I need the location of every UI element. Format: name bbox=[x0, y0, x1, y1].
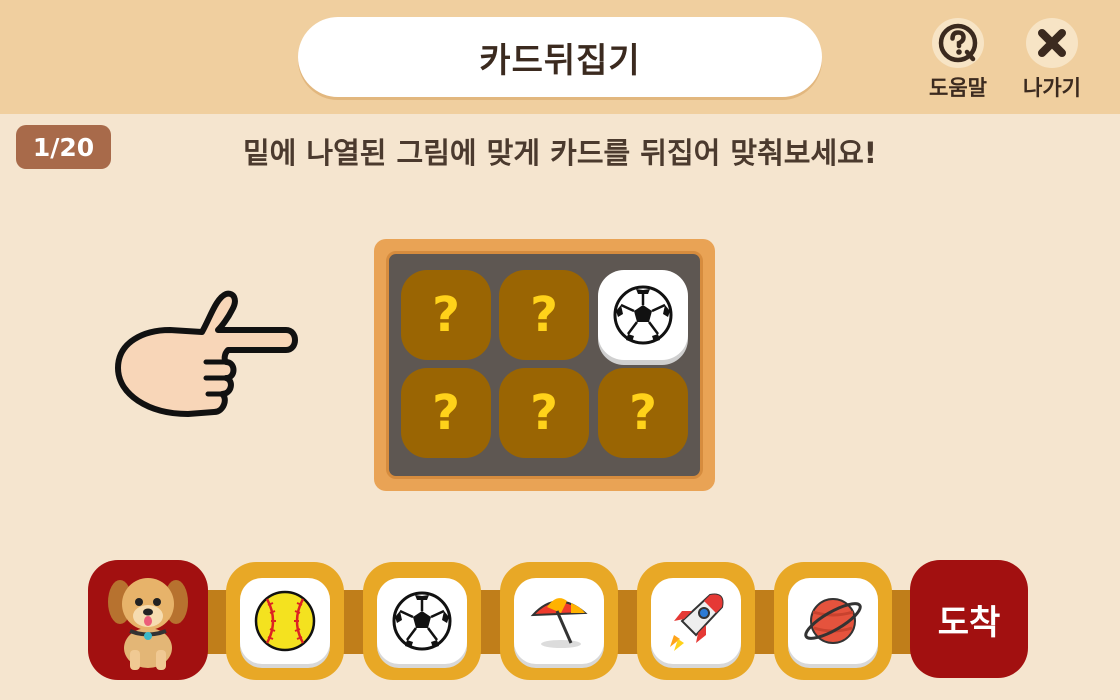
arrival-slot: 도착 bbox=[910, 560, 1028, 678]
soccer-ball-icon bbox=[392, 591, 452, 651]
card-board: ? ? ? ? ? bbox=[374, 239, 715, 491]
start-slot bbox=[88, 560, 208, 680]
help-icon bbox=[932, 18, 984, 68]
soccer-ball-icon bbox=[613, 285, 673, 345]
card-4[interactable]: ? bbox=[401, 368, 491, 458]
path-slot-1 bbox=[226, 562, 344, 680]
card-1[interactable]: ? bbox=[401, 270, 491, 360]
card-5[interactable]: ? bbox=[499, 368, 589, 458]
rocket-icon bbox=[670, 593, 724, 651]
path-slot-5 bbox=[774, 562, 892, 680]
close-icon bbox=[1026, 18, 1078, 68]
planet-icon bbox=[804, 598, 862, 644]
card-3-flipped[interactable] bbox=[598, 270, 688, 360]
beach-umbrella-icon bbox=[530, 598, 588, 648]
progress-counter: 1/20 bbox=[16, 125, 111, 169]
instruction-text: 밑에 나열된 그림에 맞게 카드를 뒤집어 맞춰보세요! bbox=[242, 136, 878, 170]
baseball-icon bbox=[254, 590, 316, 652]
exit-button[interactable]: 나가기 bbox=[1017, 18, 1087, 102]
pointing-hand-icon bbox=[110, 288, 300, 427]
page-title: 카드뒤집기 bbox=[298, 17, 822, 97]
puppy-icon bbox=[108, 578, 188, 670]
path-slot-2 bbox=[363, 562, 481, 680]
help-label: 도움말 bbox=[929, 76, 987, 100]
card-2[interactable]: ? bbox=[499, 270, 589, 360]
card-board-inner: ? ? ? ? ? bbox=[386, 251, 703, 479]
card-6[interactable]: ? bbox=[598, 368, 688, 458]
path-slot-4 bbox=[637, 562, 755, 680]
exit-label: 나가기 bbox=[1023, 76, 1081, 100]
help-button[interactable]: 도움말 bbox=[923, 18, 993, 102]
path-slot-3 bbox=[500, 562, 618, 680]
